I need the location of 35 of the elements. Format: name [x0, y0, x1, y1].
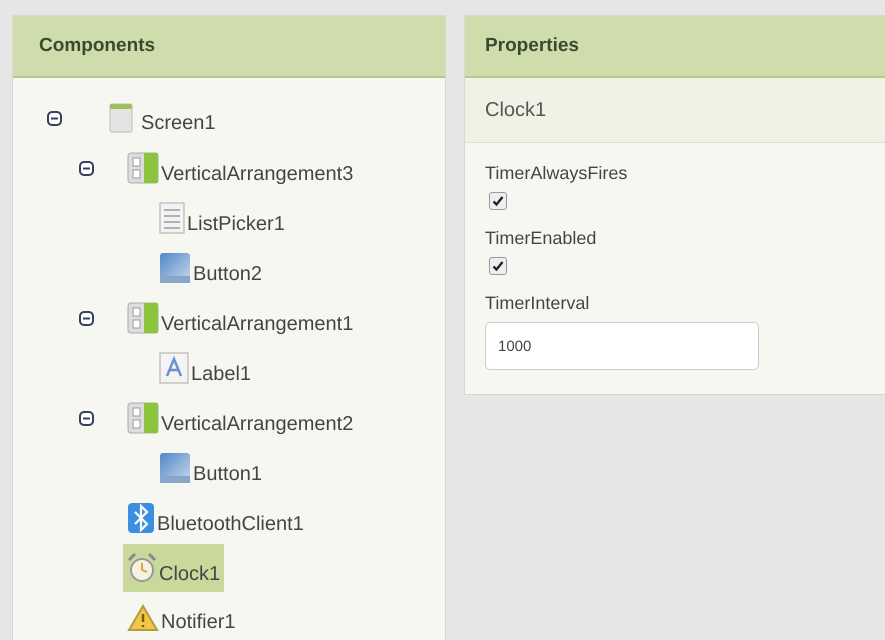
tree-item[interactable]: VerticalArrangement1 [123, 294, 358, 342]
arrangement-icon [127, 402, 159, 434]
property-label: TimerInterval [485, 293, 590, 314]
tree-item[interactable]: Notifier1 [123, 596, 240, 640]
arrangement-icon [127, 152, 159, 184]
screen-icon [109, 103, 133, 133]
panel-title: Components [39, 35, 156, 57]
button-icon [159, 252, 191, 284]
tree-item[interactable]: Label1 [155, 344, 256, 392]
panel-title: Properties [485, 35, 579, 57]
arrangement-icon [127, 302, 159, 334]
collapse-icon[interactable] [79, 410, 94, 426]
component-name: Clock1 [485, 98, 546, 122]
property-label: TimerEnabled [485, 228, 596, 249]
tree-item[interactable]: Button1 [155, 444, 266, 492]
bluetooth-icon [127, 502, 155, 534]
alarm-clock-icon [127, 552, 157, 584]
letter-icon [159, 352, 189, 384]
collapse-icon[interactable] [47, 110, 62, 126]
tree-item[interactable]: VerticalArrangement2 [123, 394, 358, 442]
tree-item[interactable]: VerticalArrangement3 [123, 144, 358, 192]
tree-item[interactable]: ListPicker1 [155, 194, 289, 242]
tree-item[interactable]: BluetoothClient1 [123, 494, 308, 542]
collapse-icon[interactable] [79, 310, 94, 326]
list-icon [159, 202, 185, 234]
tree-item[interactable]: Clock1 [123, 544, 224, 592]
checkbox[interactable] [489, 257, 507, 275]
checkbox[interactable] [489, 192, 507, 210]
tree-item[interactable]: Button2 [155, 244, 266, 292]
property-label: TimerAlwaysFires [485, 163, 628, 184]
warning-icon [127, 604, 159, 632]
input-field[interactable]: 1000 [485, 322, 759, 370]
button-icon [159, 452, 191, 484]
tree-item[interactable]: Screen1 [105, 95, 220, 141]
collapse-icon[interactable] [79, 160, 94, 176]
